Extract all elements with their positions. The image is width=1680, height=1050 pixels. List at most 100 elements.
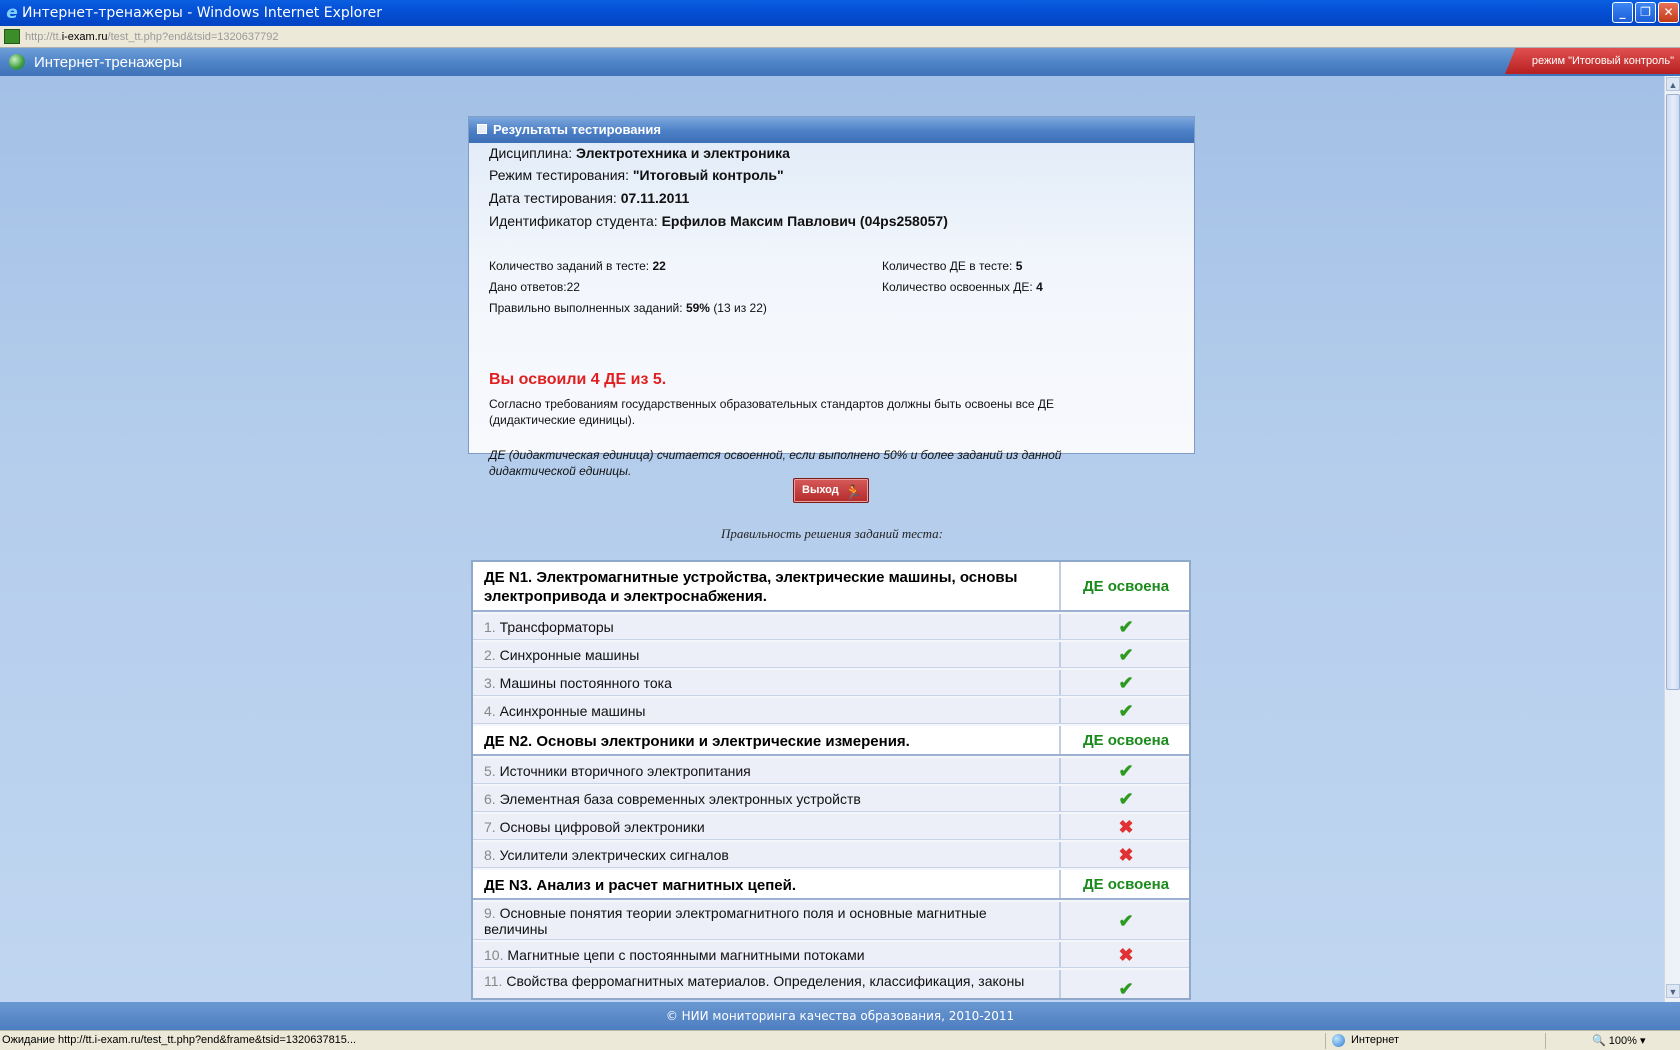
results-table: ДЕ N1. Электромагнитные устройства, элек… [471,560,1191,1000]
task-name: Трансформаторы [499,619,614,635]
task-row: 11. Свойства ферромагнитных материалов. … [473,970,1189,999]
task-name: Элементная база современных электронных … [499,791,861,807]
de-group-title: ДЕ N1. Электромагнитные устройства, элек… [484,569,1018,605]
de-group-row: ДЕ N1. Электромагнитные устройства, элек… [473,562,1189,612]
window-title: Интернет-тренажеры - Windows Internet Ex… [22,5,383,21]
page-footer: © НИИ мониторинга качества образования, … [0,1002,1680,1030]
date-value: 07.11.2011 [620,190,690,206]
task-name: Основные понятия теории электромагнитног… [484,905,987,937]
zoom-level[interactable]: 🔍 100% ▾ [1592,1034,1645,1047]
de-total: Количество ДЕ в тесте: 5 [882,259,1023,273]
task-name: Машины постоянного тока [499,675,672,691]
check-icon: ✔ [1118,979,1134,999]
task-number: 11. [484,973,503,989]
tasks-count: Количество заданий в тесте: 22 [489,259,666,273]
check-icon: ✔ [1118,911,1134,931]
task-number: 6. [484,791,496,807]
task-row: 3. Машины постоянного тока ✔ [473,670,1189,696]
task-number: 1. [484,619,496,635]
standards-note: Согласно требованиям государственных обр… [489,397,1054,427]
maximize-button[interactable]: ❐ [1635,2,1656,23]
task-row: 6. Элементная база современных электронн… [473,786,1189,812]
task-row: 5. Источники вторичного электропитания ✔ [473,758,1189,784]
cross-icon: ✖ [1118,817,1134,837]
task-number: 9. [484,905,496,921]
task-name: Усилители электрических сигналов [499,847,729,863]
de-definition-note: ДЕ (дидактическая единица) считается осв… [489,448,1062,478]
discipline-value: Электротехника и электроника [576,145,790,161]
answers-count: Дано ответов:22 [489,280,580,294]
task-row: 9. Основные понятия теории электромагнит… [473,902,1189,940]
task-name: Свойства ферромагнитных материалов. Опре… [506,973,1025,989]
task-name: Магнитные цепи с постоянными магнитными … [507,947,865,963]
vertical-scrollbar[interactable]: ▲ ▼ [1664,76,1680,1002]
scroll-thumb[interactable] [1666,94,1680,690]
task-row: 8. Усилители электрических сигналов ✖ [473,842,1189,868]
task-number: 8. [484,847,496,863]
task-number: 7. [484,819,496,835]
de-status-badge: ДЕ освоена [1082,876,1170,893]
minimize-button[interactable]: _ [1612,2,1633,23]
globe-icon [9,54,25,70]
task-name: Источники вторичного электропитания [499,763,751,779]
de-group-row: ДЕ N3. Анализ и расчет магнитных цепей. Д… [473,870,1189,900]
ie-logo-icon: e [6,3,18,23]
address-url[interactable]: http://tt.i-exam.ru/test_tt.php?end&tsid… [25,31,278,43]
exit-button[interactable]: Выход 🏃 [793,478,869,503]
task-row: 7. Основы цифровой электроники ✖ [473,814,1189,840]
scroll-down-icon[interactable]: ▼ [1666,984,1680,998]
de-group-title: ДЕ N2. Основы электроники и электрически… [484,733,910,750]
collapse-icon[interactable] [477,124,487,134]
results-panel-title: Результаты тестирования [493,122,661,137]
internet-zone-icon [1332,1034,1345,1047]
close-button[interactable]: ✕ [1658,2,1679,23]
student-value: Ерфилов Максим Павлович (04ps258057) [661,213,948,229]
task-name: Асинхронные машины [499,703,646,719]
results-panel: Результаты тестирования Дисциплина: Элек… [468,116,1195,478]
mode-badge: режим "Итоговый контроль" [1505,48,1680,74]
de-status-badge: ДЕ освоена [1082,732,1170,749]
de-group-title: ДЕ N3. Анализ и расчет магнитных цепей. [484,877,797,894]
results-caption: Правильность решения заданий теста: [721,526,943,541]
task-number: 10. [484,947,504,963]
task-number: 3. [484,675,496,691]
mastered-message: Вы освоили 4 ДЕ из 5. [489,371,667,388]
mode-value: "Итоговый контроль" [632,167,784,183]
app-title: Интернет-тренажеры [34,54,183,71]
check-icon: ✔ [1118,645,1134,665]
correct-count: Правильно выполненных заданий: 59% (13 и… [489,301,767,315]
security-zone: Интернет [1351,1034,1399,1046]
task-name: Основы цифровой электроники [499,819,705,835]
task-number: 5. [484,763,496,779]
task-row: 2. Синхронные машины ✔ [473,642,1189,668]
task-number: 2. [484,647,496,663]
check-icon: ✔ [1118,673,1134,693]
discipline-line: Дисциплина: Электротехника и электроника [489,145,790,161]
app-header: Интернет-тренажеры режим "Итоговый контр… [0,48,1680,76]
page-content: Результаты тестирования Дисциплина: Элек… [0,76,1664,1002]
de-mastered: Количество освоенных ДЕ: 4 [882,280,1043,294]
status-bar: Ожидание http://tt.i-exam.ru/test_tt.php… [0,1030,1680,1050]
task-number: 4. [484,703,496,719]
cross-icon: ✖ [1118,945,1134,965]
window-titlebar: e Интернет-тренажеры - Windows Internet … [0,0,1680,26]
task-row: 4. Асинхронные машины ✔ [473,698,1189,724]
task-name: Синхронные машины [499,647,640,663]
check-icon: ✔ [1118,617,1134,637]
check-icon: ✔ [1118,789,1134,809]
results-panel-header: Результаты тестирования [469,117,1194,143]
page-icon [4,29,20,44]
cross-icon: ✖ [1118,845,1134,865]
de-status-badge: ДЕ освоена [1082,578,1170,595]
check-icon: ✔ [1118,701,1134,721]
check-icon: ✔ [1118,761,1134,781]
scroll-up-icon[interactable]: ▲ [1666,77,1680,91]
task-row: 1. Трансформаторы ✔ [473,614,1189,640]
de-group-row: ДЕ N2. Основы электроники и электрически… [473,726,1189,756]
status-text: Ожидание http://tt.i-exam.ru/test_tt.php… [2,1034,357,1046]
address-bar[interactable]: http://tt.i-exam.ru/test_tt.php?end&tsid… [0,26,1680,48]
date-line: Дата тестирования: 07.11.2011 [489,190,690,206]
student-line: Идентификатор студента: Ерфилов Максим П… [489,213,948,229]
task-row: 10. Магнитные цепи с постоянными магнитн… [473,942,1189,968]
mode-line: Режим тестирования: "Итоговый контроль" [489,167,784,183]
